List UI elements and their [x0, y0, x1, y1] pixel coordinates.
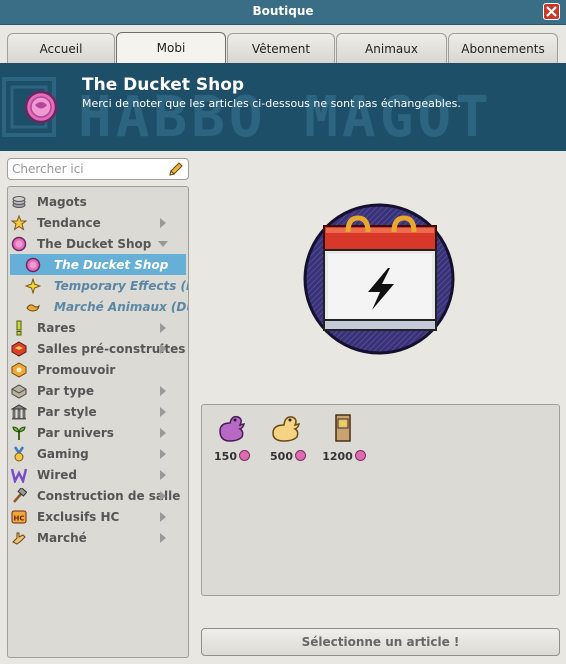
style-icon — [11, 404, 27, 420]
price-label: 500 — [264, 450, 312, 463]
category-label: The Ducket Shop — [37, 237, 152, 251]
price-label: 150 — [208, 450, 256, 463]
ducket-icon — [238, 450, 250, 461]
product-grid: 150 500 1200 — [201, 404, 560, 596]
ducket-icon — [24, 90, 58, 124]
category-list: Magots Tendance The Ducket Shop The Duck… — [7, 186, 189, 658]
page-header: HABBO MAGOT The Ducket Shop Merci de not… — [0, 63, 566, 151]
product-item[interactable]: 1200 — [320, 411, 368, 463]
hc-icon: HC — [11, 510, 27, 524]
tab-abonnements[interactable]: Abonnements — [448, 33, 558, 63]
chevron-right-icon — [160, 533, 166, 543]
cabinet-icon — [335, 414, 351, 442]
plant-icon — [12, 426, 26, 440]
chevron-right-icon — [160, 491, 166, 501]
category-label: Par style — [37, 405, 97, 419]
category-item[interactable]: Salles pré-construites — [8, 338, 188, 359]
chevron-right-icon — [160, 344, 166, 354]
category-label: Temporary Effects (Duc — [54, 279, 188, 293]
select-item-button[interactable]: Sélectionne un article ! — [201, 628, 560, 656]
svg-text:HC: HC — [14, 515, 25, 523]
tab-animaux[interactable]: Animaux — [336, 33, 447, 63]
chevron-right-icon — [160, 323, 166, 333]
chevron-right-icon — [160, 512, 166, 522]
category-label: Rares — [37, 321, 76, 335]
close-icon — [546, 6, 557, 17]
ducket-icon — [25, 257, 41, 273]
rubber-duck-icon — [219, 415, 246, 442]
medal-icon — [13, 446, 25, 462]
pet-icon — [26, 304, 40, 312]
category-item[interactable]: Temporary Effects (Duc — [8, 275, 188, 296]
category-item[interactable]: Gaming — [8, 443, 188, 464]
title-bar: Boutique — [0, 0, 566, 25]
tab-mobi[interactable]: Mobi — [116, 32, 226, 63]
product-item[interactable]: 500 — [264, 411, 312, 463]
chevron-right-icon — [160, 449, 166, 459]
window-title: Boutique — [252, 4, 314, 18]
category-label: Construction de salle — [37, 489, 181, 503]
ducket-icon — [294, 450, 306, 461]
chevron-right-icon — [160, 218, 166, 228]
product-item[interactable]: 150 — [208, 411, 256, 463]
search-box — [7, 158, 189, 180]
category-label: Tendance — [37, 216, 101, 230]
hammer-icon — [13, 488, 27, 503]
gold-duck-icon — [272, 416, 301, 442]
promote-icon — [11, 362, 27, 378]
category-item[interactable]: Promouvoir — [8, 359, 188, 380]
ducket-icon — [354, 450, 366, 461]
category-label: Par type — [37, 384, 94, 398]
chevron-right-icon — [160, 470, 166, 480]
category-item-selected[interactable]: The Ducket Shop — [10, 254, 186, 275]
category-item[interactable]: The Ducket Shop — [8, 233, 188, 254]
category-label: Promouvoir — [37, 363, 116, 377]
search-input[interactable] — [12, 161, 162, 177]
chevron-right-icon — [160, 428, 166, 438]
hand-icon — [12, 532, 26, 545]
star-icon — [11, 215, 27, 231]
category-label: Marché — [37, 531, 87, 545]
effect-icon — [25, 278, 41, 294]
category-label: Wired — [37, 468, 77, 482]
tab-accueil[interactable]: Accueil — [7, 33, 115, 63]
chevron-down-icon — [158, 241, 168, 247]
category-item[interactable]: Rares — [8, 317, 188, 338]
category-label: Magots — [37, 195, 87, 209]
category-item[interactable]: Par type — [8, 380, 188, 401]
tab-bar: Accueil Mobi Vêtement Animaux Abonnement… — [0, 25, 566, 63]
category-item[interactable]: Marché — [8, 527, 188, 548]
category-label: Par univers — [37, 426, 114, 440]
tab-vetement[interactable]: Vêtement — [227, 33, 335, 63]
page-title: The Ducket Shop — [82, 75, 245, 95]
exclamation-icon — [16, 320, 22, 336]
category-item[interactable]: Wired — [8, 464, 188, 485]
category-label: The Ducket Shop — [54, 258, 169, 272]
type-icon — [11, 384, 27, 399]
close-button[interactable] — [543, 3, 560, 20]
category-label: Exclusifs HC — [37, 510, 120, 524]
category-item[interactable]: Par style — [8, 401, 188, 422]
ducket-icon — [11, 236, 27, 252]
price-label: 1200 — [320, 450, 368, 463]
category-label: Marché Animaux (Ducke — [54, 300, 188, 314]
category-item[interactable]: Magots — [8, 191, 188, 212]
category-item[interactable]: Par univers — [8, 422, 188, 443]
category-item[interactable]: Marché Animaux (Ducke — [8, 296, 188, 317]
category-item[interactable]: HC Exclusifs HC — [8, 506, 188, 527]
category-item[interactable]: Tendance — [8, 212, 188, 233]
wired-icon — [11, 468, 27, 483]
coins-icon — [12, 196, 26, 208]
room-icon — [11, 341, 27, 357]
page-description: Merci de noter que les articles ci-desso… — [82, 97, 461, 110]
chevron-right-icon — [160, 386, 166, 396]
chevron-right-icon — [160, 407, 166, 417]
category-label: Gaming — [37, 447, 89, 461]
pencil-icon[interactable] — [168, 161, 184, 177]
category-item[interactable]: Construction de salle — [8, 485, 188, 506]
product-preview-image — [303, 203, 455, 355]
